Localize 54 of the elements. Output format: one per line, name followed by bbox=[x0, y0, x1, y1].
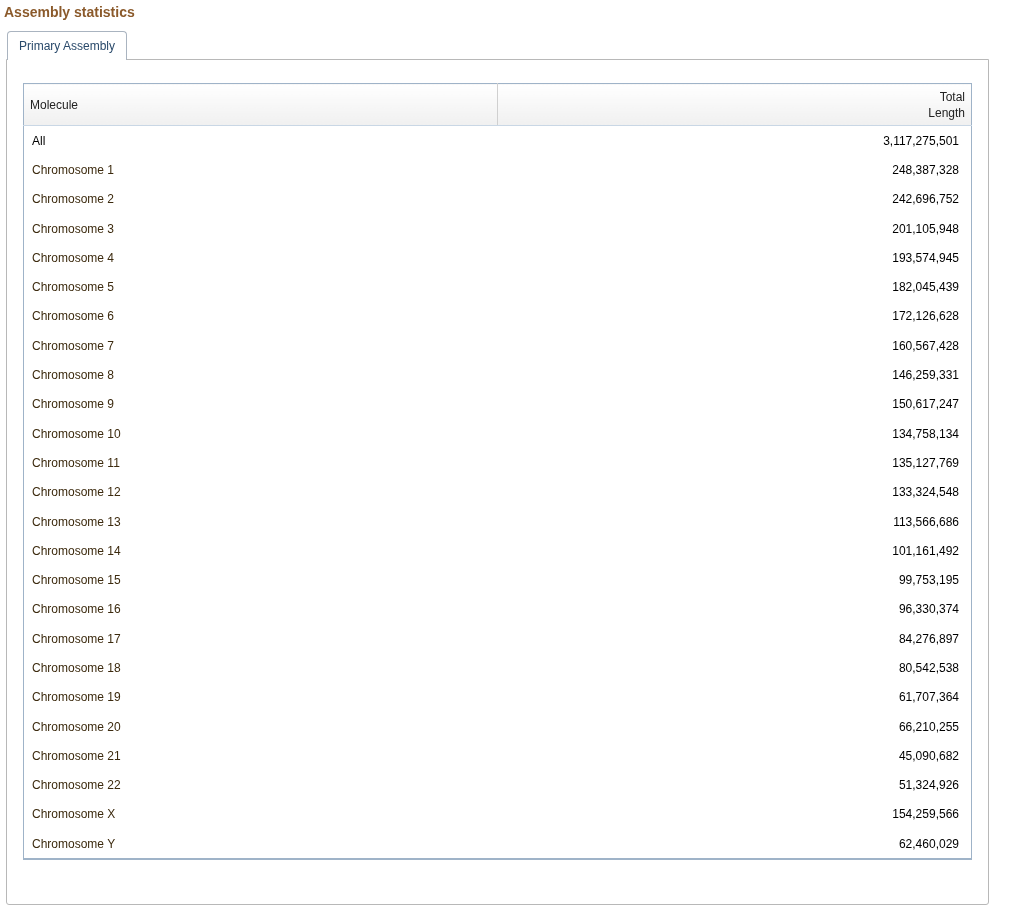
total-length-value: 150,617,247 bbox=[892, 397, 959, 412]
total-length-value: 201,105,948 bbox=[892, 221, 959, 236]
molecule-link[interactable]: Chromosome 3 bbox=[32, 221, 115, 236]
molecule-link[interactable]: Chromosome 7 bbox=[32, 338, 115, 353]
molecule-link[interactable]: Chromosome 4 bbox=[32, 250, 115, 265]
molecule-link[interactable]: Chromosome 10 bbox=[32, 426, 121, 441]
molecule-link[interactable]: Chromosome 21 bbox=[32, 748, 121, 763]
molecule-link[interactable]: Chromosome 19 bbox=[32, 690, 121, 705]
total-length-value: 61,707,364 bbox=[898, 690, 959, 705]
total-length-value: 66,210,255 bbox=[898, 719, 959, 734]
tab[interactable]: Primary Assembly bbox=[7, 31, 128, 60]
total-length-value: 96,330,374 bbox=[898, 602, 959, 617]
total-length-value: 160,567,428 bbox=[892, 338, 959, 353]
total-length-value: 51,324,926 bbox=[898, 778, 959, 793]
total-length-value: 62,460,029 bbox=[898, 836, 959, 851]
molecule-link[interactable]: Chromosome 6 bbox=[32, 309, 115, 324]
total-length-value: 84,276,897 bbox=[898, 631, 959, 646]
molecule-link[interactable]: Chromosome 13 bbox=[32, 514, 121, 529]
total-length-value: 193,574,945 bbox=[892, 250, 959, 265]
molecule-link[interactable]: Chromosome 22 bbox=[32, 778, 121, 793]
total-length-value: 146,259,331 bbox=[892, 368, 959, 382]
total-length-value: 242,696,752 bbox=[892, 192, 959, 207]
molecule-link[interactable]: Chromosome 9 bbox=[32, 397, 115, 412]
molecule-link[interactable]: Chromosome 2 bbox=[32, 192, 115, 207]
molecule-name: All bbox=[32, 133, 46, 148]
column-header[interactable]: Total Length bbox=[497, 83, 972, 126]
total-length-value: 248,387,328 bbox=[892, 162, 959, 177]
molecule-link[interactable]: Chromosome 12 bbox=[32, 485, 121, 500]
total-length-value: 172,126,628 bbox=[892, 309, 959, 324]
total-length-value: 134,758,134 bbox=[892, 426, 959, 441]
total-length-value: 113,566,686 bbox=[893, 514, 959, 529]
molecule-link[interactable]: Chromosome 5 bbox=[32, 280, 115, 295]
molecule-link[interactable]: Chromosome X bbox=[32, 807, 116, 822]
molecule-link[interactable]: Chromosome 20 bbox=[32, 719, 121, 734]
molecule-link[interactable]: Chromosome 8 bbox=[32, 368, 115, 382]
molecule-link[interactable]: Chromosome 17 bbox=[32, 631, 121, 646]
column-header[interactable]: Molecule bbox=[23, 83, 498, 126]
molecule-link[interactable]: Chromosome 16 bbox=[32, 602, 121, 617]
molecule-link[interactable]: Chromosome 14 bbox=[32, 543, 121, 558]
total-length-value: 101,161,492 bbox=[892, 543, 959, 558]
total-length-value: 133,324,548 bbox=[892, 485, 959, 500]
total-length-value: 80,542,538 bbox=[898, 661, 959, 675]
total-length-value: 182,045,439 bbox=[892, 280, 959, 295]
total-length-value: 3,117,275,501 bbox=[883, 133, 959, 148]
molecule-link[interactable]: Chromosome 11 bbox=[32, 455, 120, 470]
total-length-value: 99,753,195 bbox=[898, 573, 959, 588]
molecule-link[interactable]: Chromosome 1 bbox=[32, 162, 115, 177]
molecule-link[interactable]: Chromosome Y bbox=[32, 836, 116, 851]
total-length-value: 135,127,769 bbox=[892, 455, 959, 470]
molecule-link[interactable]: Chromosome 18 bbox=[32, 661, 121, 675]
molecule-link[interactable]: Chromosome 15 bbox=[32, 573, 121, 588]
total-length-value: 45,090,682 bbox=[898, 748, 959, 763]
total-length-value: 154,259,566 bbox=[892, 807, 959, 822]
section-heading: Assembly statistics bbox=[4, 3, 136, 21]
